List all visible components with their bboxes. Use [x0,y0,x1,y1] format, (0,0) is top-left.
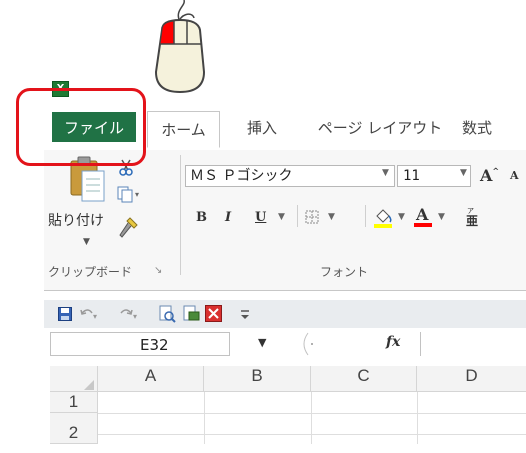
ribbon-bottom-border [44,290,526,291]
formula-input[interactable] [420,332,526,356]
column-header-b[interactable]: B [204,366,311,392]
mouse-left-click-icon [154,0,206,94]
save-icon[interactable] [58,307,72,321]
chevron-down-icon[interactable]: ▼ [382,168,389,178]
bold-button[interactable]: B [196,210,207,225]
tab-insert[interactable]: 挿入 [232,112,292,142]
paste-dropdown-icon[interactable]: ▼ [83,237,90,247]
gridline [417,392,418,444]
svg-text:▾: ▾ [133,312,137,321]
italic-button[interactable]: I [225,210,231,225]
group-divider [180,155,181,275]
svg-text:亜: 亜 [466,214,478,227]
insert-function-icon[interactable]: fx [386,334,400,350]
shrink-font-icon[interactable]: A [510,169,519,182]
print-preview-icon[interactable] [158,305,176,323]
font-color-dropdown-icon[interactable]: ▼ [438,212,445,222]
tab-formulas[interactable]: 数式 [462,112,522,142]
paste-label[interactable]: 貼り付け [48,210,128,230]
svg-text:▾: ▾ [93,312,97,321]
dialog-launcher-icon[interactable]: ↘ [154,265,162,276]
font-name-select[interactable]: ＭＳ Ｐゴシック [185,165,395,187]
gridline [98,413,526,414]
svg-text:▾: ▾ [135,190,139,199]
customize-qat-icon[interactable] [238,305,252,323]
divider [297,205,298,227]
redo-icon[interactable]: ▾ [118,305,138,323]
row-header-1[interactable]: 1 [50,392,98,413]
tab-page-layout[interactable]: ページ レイアウト [305,112,455,142]
phonetic-guide-icon[interactable]: ア 亜 [464,205,480,227]
column-header-c[interactable]: C [311,366,417,392]
gridline [204,392,205,444]
tab-home[interactable]: ホーム [147,111,220,148]
underline-dropdown-icon[interactable]: ▼ [278,212,285,222]
borders-icon[interactable] [305,210,319,224]
formula-bar-divider[interactable] [296,332,326,356]
divider [365,205,366,227]
undo-icon[interactable]: ▾ [78,305,98,323]
column-header-a[interactable]: A [98,366,204,392]
gridline [311,392,312,444]
svg-text:A: A [415,205,429,224]
font-color-icon[interactable]: A [412,204,434,228]
copy-icon[interactable]: ▾ [116,185,144,205]
chevron-down-icon[interactable]: ▼ [258,336,266,349]
highlight-box [16,88,146,166]
select-all-triangle-icon [84,380,94,390]
gridline [98,434,526,435]
fill-color-dropdown-icon[interactable]: ▼ [398,212,405,222]
borders-dropdown-icon[interactable]: ▼ [328,212,335,222]
grow-font-icon[interactable]: A^ [480,166,499,185]
clipboard-group-label: クリップボード [48,265,133,279]
underline-button[interactable]: U [255,210,266,225]
name-box-value: E32 [140,336,169,354]
row-header-2[interactable]: 2 [50,413,98,444]
fill-color-icon[interactable] [372,206,394,228]
column-header-d[interactable]: D [417,366,526,392]
quick-access-toolbar [44,300,526,328]
quick-print-icon[interactable] [182,305,200,323]
close-workbook-icon[interactable] [205,305,222,322]
font-group-label: フォント [320,265,369,279]
chevron-down-icon[interactable]: ▼ [460,168,467,178]
